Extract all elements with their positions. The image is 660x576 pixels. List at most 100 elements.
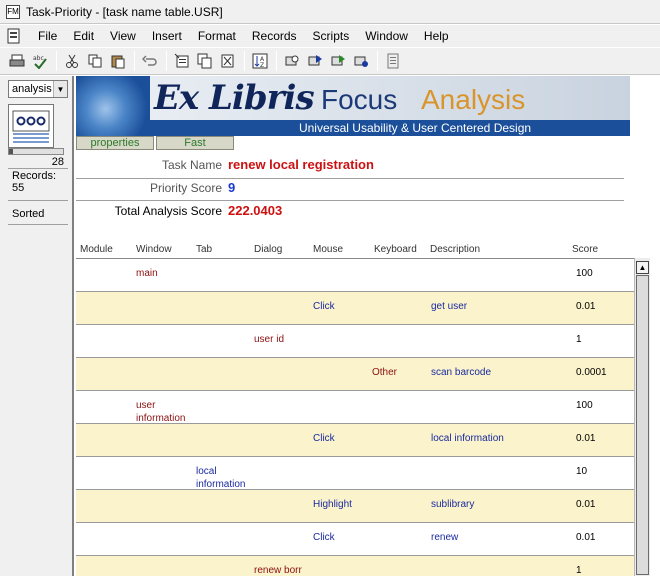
column-header-window: Window — [136, 244, 172, 255]
toolbar-divider — [134, 51, 135, 71]
status-divider — [8, 224, 68, 225]
column-header-dialog: Dialog — [254, 244, 283, 255]
records-label: Records: — [12, 170, 57, 182]
ex-libris-banner: Ex Libris Focus Analysis Universal Usabi… — [76, 76, 630, 136]
cell-score[interactable]: 1 — [576, 564, 582, 576]
delete-record-icon[interactable] — [217, 50, 239, 72]
column-header-tab: Tab — [196, 244, 213, 255]
cell-dialog[interactable]: renew borr — [254, 564, 302, 576]
table-row[interactable]: main 100 — [76, 259, 634, 292]
record-slider-thumb[interactable] — [9, 149, 13, 154]
menu-scripts[interactable]: Scripts — [305, 29, 358, 43]
omit-record-icon[interactable] — [327, 50, 349, 72]
task-header: Task Name renew local registration Prior… — [76, 150, 630, 230]
cell-description[interactable]: scan barcode — [431, 366, 491, 379]
svg-text:Z: Z — [260, 62, 264, 69]
table-row[interactable]: local information 10 — [76, 457, 634, 490]
cell-score[interactable]: 0.01 — [576, 498, 595, 511]
table-row[interactable]: user information 100 — [76, 391, 634, 424]
tab-properties[interactable]: properties — [76, 136, 154, 150]
portal-scrollbar[interactable]: ▲ — [634, 258, 650, 576]
cell-window[interactable]: user information — [136, 399, 185, 425]
cell-window[interactable]: main — [136, 267, 158, 280]
cell-mouse[interactable]: Click — [313, 531, 335, 544]
tab-fast[interactable]: Fast — [156, 136, 234, 150]
menu-window[interactable]: Window — [357, 29, 416, 43]
find-all-icon[interactable] — [304, 50, 326, 72]
table-row[interactable]: Click local information 0.01 — [76, 424, 634, 457]
spell-check-icon[interactable]: abc — [29, 50, 51, 72]
cell-score[interactable]: 0.01 — [576, 300, 595, 313]
window-title: Task-Priority - [task name table.USR] — [26, 4, 223, 19]
toolbar-divider — [56, 51, 57, 71]
document-menu-icon[interactable] — [6, 28, 22, 44]
cell-score[interactable]: 1 — [576, 333, 582, 346]
print-icon[interactable] — [6, 50, 28, 72]
toolbar-divider — [276, 51, 277, 71]
layout-tabs: properties Fast — [76, 136, 630, 150]
app-icon: FM — [6, 4, 20, 19]
brand-analysis: Analysis — [421, 84, 526, 115]
new-record-icon[interactable] — [171, 50, 193, 72]
cell-score[interactable]: 100 — [576, 267, 593, 280]
scroll-up-icon[interactable]: ▲ — [636, 261, 649, 274]
record-navigator-book-icon[interactable] — [8, 104, 54, 148]
cell-mouse[interactable]: Highlight — [313, 498, 352, 511]
records-count: 55 — [12, 182, 25, 194]
scripts-icon[interactable] — [382, 50, 404, 72]
record-slider[interactable] — [8, 148, 64, 155]
menu-view[interactable]: View — [102, 29, 144, 43]
table-row[interactable]: Click get user 0.01 — [76, 292, 634, 325]
cell-description[interactable]: local information — [431, 432, 504, 445]
find-icon[interactable] — [281, 50, 303, 72]
cell-score[interactable]: 10 — [576, 465, 587, 478]
undo-icon[interactable] — [139, 50, 161, 72]
cell-description[interactable]: renew — [431, 531, 458, 544]
table-row[interactable]: Click renew 0.01 — [76, 523, 634, 556]
portal-column-headers: Module Window Tab Dialog Mouse Keyboard … — [76, 244, 636, 258]
cell-mouse[interactable]: Click — [313, 432, 335, 445]
cell-score[interactable]: 100 — [576, 399, 593, 412]
menu-file[interactable]: File — [30, 29, 65, 43]
cell-description[interactable]: get user — [431, 300, 467, 313]
duplicate-record-icon[interactable] — [194, 50, 216, 72]
cell-score[interactable]: 0.0001 — [576, 366, 607, 379]
column-header-mouse: Mouse — [313, 244, 344, 255]
banner-subtitle: Universal Usability & User Centered Desi… — [200, 120, 630, 136]
table-row[interactable]: Other scan barcode 0.0001 — [76, 358, 634, 391]
menu-insert[interactable]: Insert — [144, 29, 190, 43]
scrollbar-thumb[interactable] — [636, 275, 649, 575]
paste-icon[interactable] — [107, 50, 129, 72]
task-name-field[interactable]: renew local registration — [228, 157, 374, 172]
show-all-icon[interactable] — [350, 50, 372, 72]
field-underline — [76, 200, 624, 201]
svg-text:abc: abc — [33, 55, 44, 62]
task-steps-portal: main 100 Click get user 0.01 user id 1 Other sca… — [76, 258, 634, 576]
chevron-down-icon[interactable]: ▼ — [53, 81, 67, 97]
menu-help[interactable]: Help — [416, 29, 457, 43]
status-divider — [8, 200, 68, 201]
cell-score[interactable]: 0.01 — [576, 531, 595, 544]
table-row[interactable]: Highlight sublibrary 0.01 — [76, 490, 634, 523]
current-record-number[interactable]: 28 — [8, 156, 64, 168]
menu-records[interactable]: Records — [244, 29, 305, 43]
toolbar: abc AZ — [0, 47, 660, 75]
menu-format[interactable]: Format — [190, 29, 244, 43]
copy-icon[interactable] — [84, 50, 106, 72]
table-row[interactable]: user id 1 — [76, 325, 634, 358]
cell-dialog[interactable]: user id — [254, 333, 284, 346]
cell-mouse[interactable]: Click — [313, 300, 335, 313]
cell-tab[interactable]: local information — [196, 465, 245, 491]
sort-icon[interactable]: AZ — [249, 50, 271, 72]
title-bar: FM Task-Priority - [task name table.USR] — [0, 0, 660, 24]
menu-edit[interactable]: Edit — [65, 29, 102, 43]
cell-score[interactable]: 0.01 — [576, 432, 595, 445]
toolbar-divider — [377, 51, 378, 71]
priority-score-field[interactable]: 9 — [228, 180, 235, 195]
cell-description[interactable]: sublibrary — [431, 498, 474, 511]
layout-dropdown[interactable]: analysis ▼ — [8, 80, 68, 98]
cell-keyboard[interactable]: Other — [372, 366, 397, 379]
status-divider — [8, 168, 68, 169]
table-row[interactable]: renew borr 1 — [76, 556, 634, 576]
cut-icon[interactable] — [61, 50, 83, 72]
